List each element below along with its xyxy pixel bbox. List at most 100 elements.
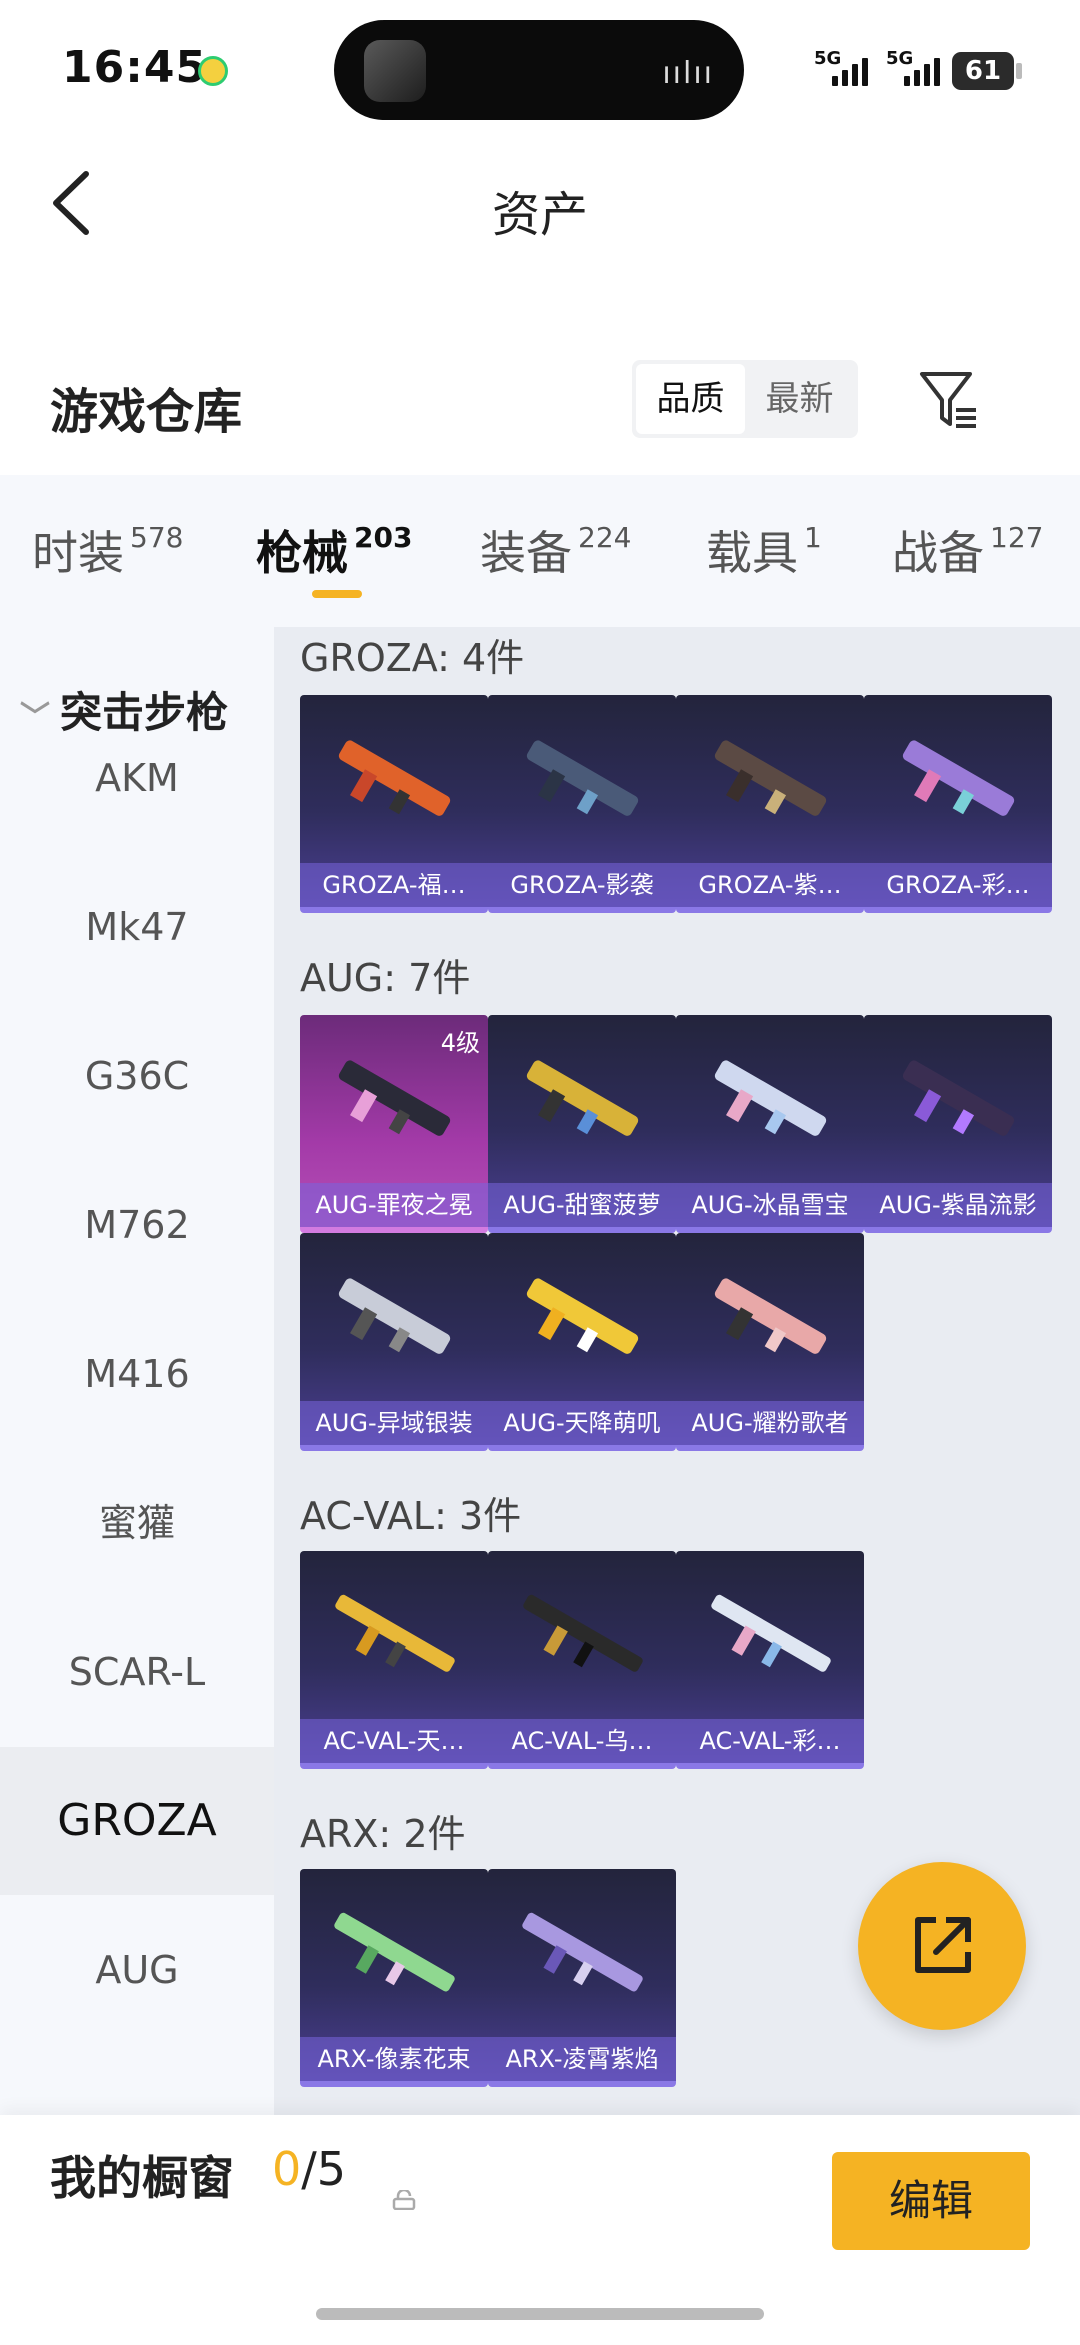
skin-name: AC-VAL-彩…: [676, 1719, 864, 1763]
tab-label: 枪械: [256, 526, 348, 580]
filter-button[interactable]: [918, 368, 982, 432]
rifle-icon: [902, 740, 1015, 816]
category-tabs: 时装 578 枪械 203 装备 224 载具 1 战备 127: [0, 475, 1080, 627]
sidebar-item-g36c[interactable]: G36C: [0, 1002, 274, 1150]
tab-gear[interactable]: 战备 127: [892, 517, 1043, 583]
skin-name: GROZA-紫…: [676, 863, 864, 907]
skin-name: AUG-紫晶流影: [864, 1183, 1052, 1227]
sort-quality-button[interactable]: 品质: [636, 364, 745, 434]
rifle-icon: [523, 1594, 643, 1672]
skin-card[interactable]: AC-VAL-天…: [300, 1551, 488, 1769]
rifle-icon: [711, 1594, 831, 1672]
rifle-icon: [714, 1060, 827, 1136]
skin-card[interactable]: AUG-甜蜜菠萝: [488, 1015, 676, 1233]
skin-card[interactable]: GROZA-彩…: [864, 695, 1052, 913]
battery-icon: 61: [952, 52, 1014, 90]
tab-label: 战备: [892, 526, 984, 580]
tab-vehicles[interactable]: 载具 1: [706, 517, 822, 583]
rifle-icon: [526, 1278, 639, 1354]
skin-card[interactable]: ARX-像素花束: [300, 1869, 488, 2087]
sidebar-item-m416[interactable]: M416: [0, 1300, 274, 1448]
sidebar-item-groza[interactable]: GROZA: [0, 1747, 274, 1895]
skin-name: AUG-天降萌叽: [488, 1401, 676, 1445]
rifle-icon: [522, 1912, 643, 1992]
filter-icon: [920, 372, 976, 428]
sort-toggle: 品质 最新: [632, 360, 858, 438]
share-button[interactable]: [858, 1862, 1026, 2030]
page-title: 资产: [491, 187, 588, 243]
group-title-acval: AC-VAL: 3件: [300, 1494, 522, 1538]
rifle-icon: [902, 1060, 1015, 1136]
skin-name: AUG-冰晶雪宝: [676, 1183, 864, 1227]
signal-bars-1-icon: [832, 58, 868, 86]
skin-name: AUG-异域银装: [300, 1401, 488, 1445]
media-thumbnail: [364, 40, 426, 102]
signal-bars-2-icon: [904, 58, 940, 86]
showcase-count: 0/5: [272, 2142, 346, 2196]
battery-cap: [1016, 63, 1022, 79]
skin-card[interactable]: AUG-紫晶流影: [864, 1015, 1052, 1233]
skin-name: AC-VAL-天…: [300, 1719, 488, 1763]
edit-button[interactable]: 编辑: [832, 2152, 1030, 2250]
group-title-groza: GROZA: 4件: [300, 636, 525, 680]
skin-card[interactable]: AC-VAL-彩…: [676, 1551, 864, 1769]
sort-latest-button[interactable]: 最新: [745, 364, 854, 434]
music-app-icon: [198, 56, 228, 86]
tab-count: 578: [130, 521, 184, 554]
home-indicator[interactable]: [316, 2308, 764, 2320]
weapon-sidebar: ﹀ 突击步枪 AKM Mk47 G36C M762 M416 蜜獾 SCAR-L …: [0, 627, 274, 2115]
skin-card[interactable]: 4级 AUG-罪夜之冕: [300, 1015, 488, 1233]
tab-fashion[interactable]: 时装 578: [32, 517, 183, 583]
rifle-icon: [526, 740, 639, 816]
tab-count: 127: [990, 521, 1044, 554]
tab-label: 载具: [706, 526, 798, 580]
skin-name: GROZA-福…: [300, 863, 488, 907]
sidebar-item-scar-l[interactable]: SCAR-L: [0, 1598, 274, 1746]
showcase-count-current: 0: [272, 2142, 302, 2196]
sidebar-item-aug[interactable]: AUG: [0, 1896, 274, 2044]
rifle-icon: [338, 1278, 451, 1354]
skin-card[interactable]: GROZA-福…: [300, 695, 488, 913]
group-title-arx: ARX: 2件: [300, 1812, 466, 1856]
rifle-icon: [335, 1594, 455, 1672]
skin-name: ARX-像素花束: [300, 2037, 488, 2081]
rifle-icon: [714, 740, 827, 816]
tab-count: 203: [354, 521, 413, 554]
skin-card[interactable]: AUG-天降萌叽: [488, 1233, 676, 1451]
clock: 16:45: [62, 42, 208, 93]
rifle-icon: [338, 740, 451, 816]
skin-card[interactable]: AUG-耀粉歌者: [676, 1233, 864, 1451]
skin-name: AUG-罪夜之冕: [300, 1183, 488, 1227]
status-bar: 16:45 ıılıı 5G 5G 61: [0, 0, 1080, 130]
skin-name: GROZA-影袭: [488, 863, 676, 907]
rifle-icon: [714, 1278, 827, 1354]
sidebar-item-mk47[interactable]: Mk47: [0, 853, 274, 1001]
skin-name: AUG-耀粉歌者: [676, 1401, 864, 1445]
showcase-count-total: /5: [301, 2142, 347, 2196]
showcase-label: 我的橱窗: [50, 2151, 234, 2205]
skin-card[interactable]: AUG-异域银装: [300, 1233, 488, 1451]
active-tab-indicator: [312, 590, 362, 598]
tab-guns[interactable]: 枪械 203: [256, 517, 412, 583]
skin-name: ARX-凌霄紫焰: [488, 2037, 676, 2081]
sidebar-item-honey-badger[interactable]: 蜜獾: [0, 1449, 274, 1597]
tab-equipment[interactable]: 装备 224: [480, 517, 631, 583]
sidebar-item-m762[interactable]: M762: [0, 1151, 274, 1299]
skin-name: GROZA-彩…: [864, 863, 1052, 907]
tab-label: 时装: [32, 526, 124, 580]
dynamic-island: ıılıı: [334, 20, 744, 120]
warehouse-title: 游戏仓库: [50, 384, 243, 440]
skin-card[interactable]: AUG-冰晶雪宝: [676, 1015, 864, 1233]
lock-icon: [392, 2190, 416, 2210]
skin-name: AUG-甜蜜菠萝: [488, 1183, 676, 1227]
share-icon: [915, 1917, 971, 1973]
sidebar-item-akm[interactable]: AKM: [0, 704, 274, 852]
skin-card[interactable]: AC-VAL-乌…: [488, 1551, 676, 1769]
skin-card[interactable]: ARX-凌霄紫焰: [488, 1869, 676, 2087]
rifle-icon: [338, 1060, 451, 1136]
group-title-aug: AUG: 7件: [300, 956, 471, 1000]
skin-card[interactable]: GROZA-紫…: [676, 695, 864, 913]
tab-count: 1: [804, 521, 822, 554]
tab-label: 装备: [480, 526, 572, 580]
skin-card[interactable]: GROZA-影袭: [488, 695, 676, 913]
